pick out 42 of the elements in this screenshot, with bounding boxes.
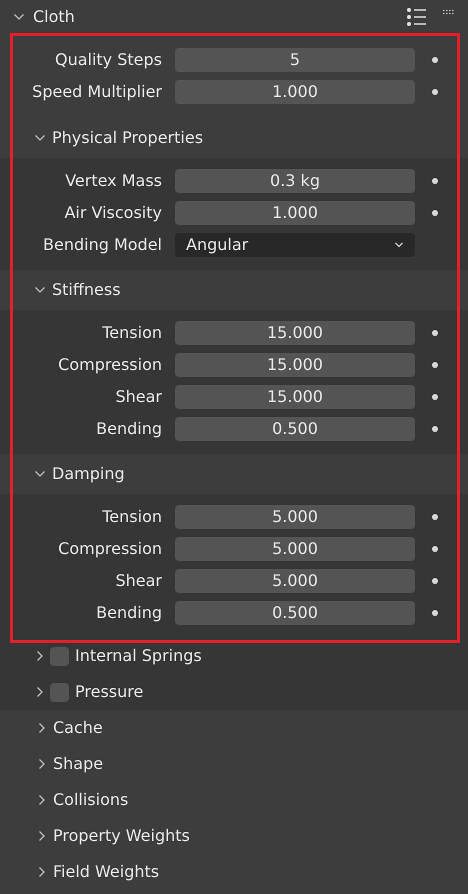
- field-label: Quality Steps: [54, 49, 163, 71]
- number-field[interactable]: 0.3 kg: [175, 169, 415, 193]
- number-field[interactable]: 5.000: [175, 537, 415, 561]
- field-label: Speed Multiplier: [31, 81, 163, 103]
- field-label: Air Viscosity: [63, 202, 163, 224]
- subpanel-title[interactable]: Stiffness: [52, 278, 121, 302]
- subpanel-title[interactable]: Internal Springs: [75, 644, 202, 668]
- field-label: Tension: [101, 506, 163, 528]
- number-field[interactable]: 15.000: [175, 385, 415, 409]
- field-label: Compression: [57, 354, 163, 376]
- checkbox[interactable]: [50, 646, 69, 666]
- field-label: Bending: [95, 602, 163, 624]
- field-label: Tension: [101, 322, 163, 344]
- panel-title[interactable]: Cache: [53, 716, 103, 740]
- panel-title[interactable]: Shape: [53, 752, 104, 776]
- number-field[interactable]: 15.000: [175, 353, 415, 377]
- subpanel-title[interactable]: Physical Properties: [52, 126, 204, 150]
- field-label: Compression: [57, 538, 163, 560]
- number-field[interactable]: 0.500: [175, 417, 415, 441]
- field-label: Bending: [95, 418, 163, 440]
- panel-title[interactable]: Field Weights: [53, 860, 160, 884]
- caret-icon: [394, 241, 404, 249]
- number-field[interactable]: 5.000: [175, 569, 415, 593]
- dropdown[interactable]: Angular: [175, 233, 415, 257]
- number-field[interactable]: 0.500: [175, 601, 415, 625]
- field-label: Shear: [114, 386, 163, 408]
- number-field[interactable]: 5: [175, 48, 415, 72]
- panel-title[interactable]: Property Weights: [53, 824, 190, 848]
- field-label: Shear: [114, 570, 163, 592]
- panel-title[interactable]: Collisions: [53, 788, 128, 812]
- number-field[interactable]: 5.000: [175, 505, 415, 529]
- field-label: Vertex Mass: [64, 170, 163, 192]
- list-icon[interactable]: [406, 6, 428, 26]
- subpanel-title[interactable]: Pressure: [75, 680, 144, 704]
- drag-handle-icon[interactable]: [442, 8, 456, 14]
- number-field[interactable]: 1.000: [175, 80, 415, 104]
- number-field[interactable]: 15.000: [175, 321, 415, 345]
- subpanel-title[interactable]: Damping: [52, 462, 125, 486]
- number-field[interactable]: 1.000: [175, 201, 415, 225]
- checkbox[interactable]: [50, 682, 69, 702]
- panel-title[interactable]: Cloth: [33, 4, 406, 28]
- field-label: Bending Model: [42, 234, 163, 256]
